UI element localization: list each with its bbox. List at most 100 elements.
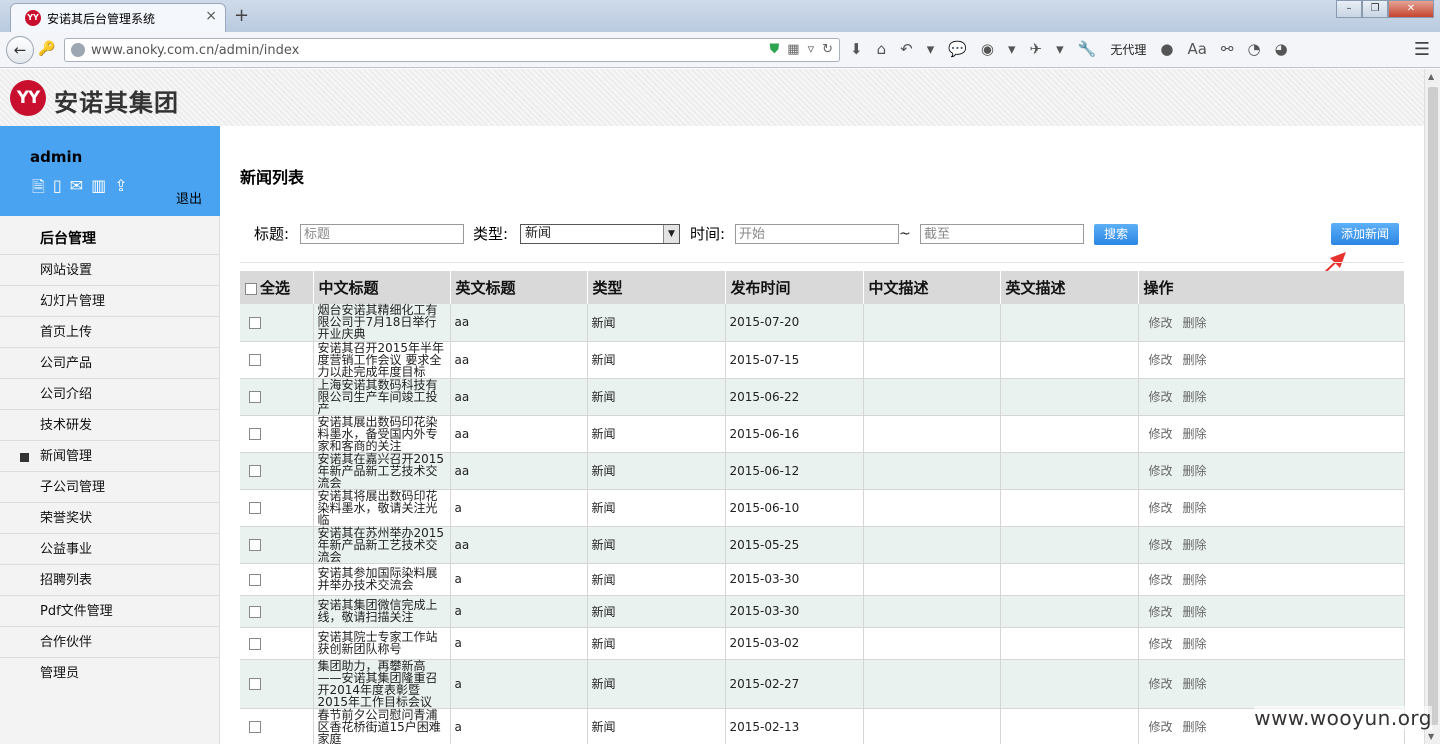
- weibo-icon[interactable]: ◉: [981, 40, 994, 58]
- delete-link[interactable]: 删除: [1183, 677, 1207, 691]
- select-all-checkbox[interactable]: [245, 282, 257, 295]
- back-button[interactable]: ←: [6, 36, 34, 64]
- row-checkbox[interactable]: [249, 428, 261, 440]
- undo-icon[interactable]: ↶: [900, 40, 913, 58]
- proxy-selector[interactable]: 无代理: [1110, 41, 1146, 58]
- comment-icon[interactable]: ◔: [1247, 40, 1260, 58]
- address-bar[interactable]: www.anoky.com.cn/admin/index ⛊ ▦ ▿ ↻: [64, 38, 840, 62]
- sidebar-item[interactable]: 新闻管理: [0, 440, 220, 471]
- delete-link[interactable]: 删除: [1183, 720, 1207, 734]
- row-checkbox[interactable]: [249, 502, 261, 514]
- edit-link[interactable]: 修改: [1149, 353, 1173, 367]
- dropdown-icon[interactable]: ▿: [808, 42, 815, 57]
- delete-link[interactable]: 删除: [1183, 605, 1207, 619]
- edit-link[interactable]: 修改: [1149, 501, 1173, 515]
- delete-link[interactable]: 删除: [1183, 353, 1207, 367]
- delete-link[interactable]: 删除: [1183, 427, 1207, 441]
- document-icon[interactable]: 🗎: [32, 176, 45, 203]
- chat-icon[interactable]: 💬: [948, 40, 967, 58]
- vertical-scrollbar[interactable]: ▲ ▼: [1424, 69, 1440, 744]
- sidebar-item[interactable]: 公司介绍: [0, 378, 220, 409]
- delete-link[interactable]: 删除: [1183, 464, 1207, 478]
- sidebar-item[interactable]: 子公司管理: [0, 471, 220, 502]
- qr-code-icon[interactable]: ▦: [787, 42, 799, 57]
- maximize-button[interactable]: ❐: [1362, 0, 1388, 18]
- delete-link[interactable]: 删除: [1183, 538, 1207, 552]
- row-checkbox[interactable]: [249, 605, 261, 618]
- edit-link[interactable]: 修改: [1149, 538, 1173, 552]
- mobile-icon[interactable]: ▯: [53, 176, 62, 203]
- profile-icon[interactable]: ◕: [1275, 40, 1288, 58]
- start-date-input[interactable]: [735, 224, 899, 244]
- sidebar-item[interactable]: 荣誉奖状: [0, 502, 220, 533]
- row-checkbox[interactable]: [249, 637, 261, 650]
- satellite-icon[interactable]: ✈: [1030, 40, 1043, 58]
- edit-link[interactable]: 修改: [1149, 316, 1173, 330]
- close-window-button[interactable]: ✕: [1388, 0, 1434, 18]
- delete-link[interactable]: 删除: [1183, 637, 1207, 651]
- delete-link[interactable]: 删除: [1183, 573, 1207, 587]
- edit-link[interactable]: 修改: [1149, 637, 1173, 651]
- shield-icon[interactable]: ⛊: [770, 42, 780, 57]
- add-news-button[interactable]: 添加新闻: [1331, 223, 1399, 245]
- select-all-header[interactable]: 全选: [240, 271, 314, 304]
- sidebar-item[interactable]: 合作伙伴: [0, 626, 220, 657]
- sidebar-item[interactable]: 招聘列表: [0, 564, 220, 595]
- browser-tab[interactable]: YY 安诺其后台管理系统 ×: [10, 3, 226, 32]
- reload-icon[interactable]: ↻: [822, 42, 833, 57]
- scroll-up-icon[interactable]: ▲: [1428, 72, 1434, 81]
- key-icon[interactable]: 🔑: [38, 41, 55, 57]
- download-icon[interactable]: ⬇: [850, 40, 863, 58]
- end-date-input[interactable]: [920, 224, 1084, 244]
- row-checkbox[interactable]: [249, 354, 261, 366]
- row-checkbox[interactable]: [249, 573, 261, 586]
- type-filter-select[interactable]: 新闻 ▼: [520, 224, 680, 244]
- delete-link[interactable]: 删除: [1183, 316, 1207, 330]
- wrench-icon[interactable]: 🔧: [1078, 40, 1097, 58]
- sidebar-item[interactable]: 管理员: [0, 657, 220, 688]
- minimize-button[interactable]: –: [1336, 0, 1362, 18]
- book-icon[interactable]: ▥: [91, 176, 106, 203]
- scrollbar-thumb[interactable]: [1428, 87, 1438, 725]
- delete-link[interactable]: 删除: [1183, 390, 1207, 404]
- chevron-down-icon[interactable]: ▾: [927, 40, 935, 58]
- chevron-down-icon[interactable]: ▼: [663, 225, 679, 243]
- sidebar-item[interactable]: 公司产品: [0, 347, 220, 378]
- edit-link[interactable]: 修改: [1149, 427, 1173, 441]
- row-checkbox[interactable]: [249, 539, 261, 551]
- chevron-down-icon[interactable]: ▾: [1056, 40, 1064, 58]
- edit-link[interactable]: 修改: [1149, 390, 1173, 404]
- logout-link[interactable]: 退出: [176, 188, 202, 207]
- delete-link[interactable]: 删除: [1183, 501, 1207, 515]
- chevron-down-icon[interactable]: ▾: [1008, 40, 1016, 58]
- share-out-icon[interactable]: ⇪: [114, 176, 127, 203]
- sidebar-item[interactable]: 网站设置: [0, 254, 220, 285]
- reader-icon[interactable]: Aa: [1187, 40, 1206, 58]
- edit-link[interactable]: 修改: [1149, 720, 1173, 734]
- mail-icon[interactable]: ✉: [70, 176, 83, 203]
- row-checkbox[interactable]: [249, 678, 261, 690]
- edit-link[interactable]: 修改: [1149, 677, 1173, 691]
- edit-link[interactable]: 修改: [1149, 605, 1173, 619]
- sidebar-item[interactable]: Pdf文件管理: [0, 595, 220, 626]
- sidebar-item[interactable]: 幻灯片管理: [0, 285, 220, 316]
- row-checkbox[interactable]: [249, 721, 261, 733]
- home-icon[interactable]: ⌂: [877, 40, 887, 58]
- url-text[interactable]: www.anoky.com.cn/admin/index: [91, 43, 299, 58]
- sidebar-item[interactable]: 首页上传: [0, 316, 220, 347]
- edit-link[interactable]: 修改: [1149, 464, 1173, 478]
- proxy-status-icon[interactable]: ●: [1160, 40, 1173, 58]
- row-checkbox[interactable]: [249, 316, 261, 329]
- title-filter-input[interactable]: [300, 224, 464, 244]
- sidebar-item[interactable]: 技术研发: [0, 409, 220, 440]
- tab-close-icon[interactable]: ×: [205, 8, 217, 24]
- hamburger-menu-icon[interactable]: ☰: [1414, 39, 1430, 60]
- row-checkbox[interactable]: [249, 391, 261, 403]
- share-icon[interactable]: ⚯: [1221, 40, 1234, 58]
- edit-link[interactable]: 修改: [1149, 573, 1173, 587]
- sidebar-item[interactable]: 公益事业: [0, 533, 220, 564]
- row-checkbox[interactable]: [249, 465, 261, 477]
- scroll-down-icon[interactable]: ▼: [1428, 732, 1434, 741]
- new-tab-button[interactable]: +: [234, 5, 249, 26]
- search-button[interactable]: 搜索: [1094, 224, 1138, 245]
